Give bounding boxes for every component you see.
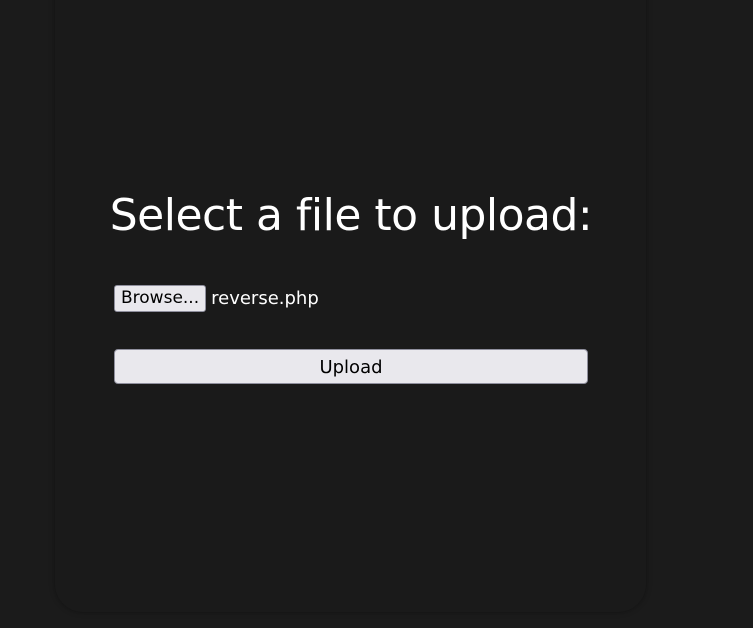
page: Select a file to upload: Browse... rever… [0,0,753,628]
file-input[interactable]: Browse... reverse.php [114,285,319,312]
browse-button[interactable]: Browse... [114,285,207,312]
selected-file-name: reverse.php [211,288,319,309]
page-title: Select a file to upload: [109,190,593,241]
upload-button[interactable]: Upload [114,349,588,384]
